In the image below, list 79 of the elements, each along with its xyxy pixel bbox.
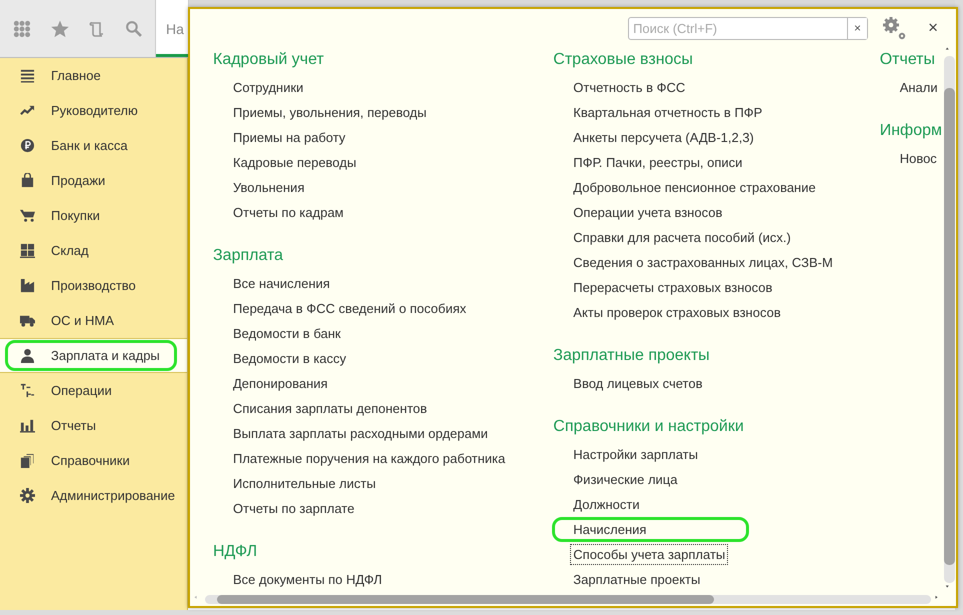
menu-link[interactable]: Кадровые переводы [230,152,360,173]
menu-link[interactable]: Все документы по НДФЛ [230,569,386,590]
section-heading: Информ [880,121,942,141]
person-icon [20,348,35,363]
menu-link[interactable]: Физические лица [570,469,680,490]
sidebar-item[interactable]: Покупки [0,198,187,233]
star-icon[interactable] [51,20,69,38]
scroll-icon[interactable] [89,20,105,38]
sidebar-item[interactable]: Операции [0,373,187,408]
clear-button[interactable]: × [847,18,868,38]
close-button[interactable]: × [926,18,940,38]
menu-link[interactable]: Перерасчеты страховых взносов [570,277,776,298]
menu-link[interactable]: Отчеты по кадрам [230,202,347,223]
menu-link[interactable]: Отчетность в ФСС [570,77,688,98]
sidebar-item[interactable]: Продажи [0,163,187,198]
menu-link[interactable]: Приемы, увольнения, переводы [230,102,430,123]
sidebar-item[interactable]: ОС и НМА [0,303,187,338]
menu-link[interactable]: Операции учета взносов [570,202,726,223]
menu-link[interactable]: ПФР. Пачки, реестры, описи [570,152,746,173]
menu-icon [20,68,35,83]
menu-link[interactable]: Платежные поручения на каждого работника [230,448,508,469]
grid-icon [20,243,35,258]
documents-icon [20,453,35,468]
menu-link[interactable]: Ведомости в банк [230,323,344,344]
menu-link[interactable]: Сведения о застрахованных лицах, СЗВ-М [570,252,836,273]
sidebar-item[interactable]: Главное [0,58,187,93]
menu-link[interactable]: Зарплатные проекты [570,569,704,590]
shopping-bag-icon [20,173,35,188]
menu-link[interactable]: Анали [896,77,941,98]
menu-link[interactable]: Ввод лицевых счетов [570,373,706,394]
sidebar-item[interactable]: Склад [0,233,187,268]
menu-link[interactable]: Способы учета зарплаты [570,544,728,565]
menu-link[interactable]: Увольнения [230,177,308,198]
ruble-coin-icon [20,138,35,153]
section-heading: НДФЛ [213,542,258,562]
menu-link[interactable]: Начисления [552,517,750,542]
menu-link[interactable]: Передача в ФСС сведений о пособиях [230,298,470,319]
menu-link[interactable]: Новос [896,148,940,169]
menu-link[interactable]: Отчеты по зарплате [230,498,358,519]
menu-link[interactable]: Анкеты персучета (АДВ-1,2,3) [570,127,757,148]
search-icon[interactable] [125,20,142,37]
menu-link[interactable]: Должности [570,494,643,515]
cart-icon [20,208,35,223]
menu-link[interactable]: Квартальная отчетность в ПФР [570,102,766,123]
menu-link[interactable]: Депонирования [230,373,331,394]
home-tab[interactable]: На [155,0,188,57]
menu-link[interactable]: Все начисления [230,273,333,294]
menu-link[interactable]: Списания зарплаты депонентов [230,398,430,419]
sidebar-item[interactable]: Руководителю [0,93,187,128]
section-heading: Зарплатные проекты [553,346,711,366]
menu-link[interactable]: Ведомости в кассу [230,348,350,369]
truck-icon [20,313,35,328]
trend-line-icon [20,103,35,118]
section-heading: Зарплата [213,246,284,266]
search-field[interactable]: Поиск (Ctrl+F) × [628,16,868,40]
sidebar-item[interactable]: Отчеты [0,408,187,443]
section-heading: Справочники и настройки [553,417,745,437]
sidebar-item[interactable]: Банк и касса [0,128,187,163]
section-heading: Кадровый учет [213,50,325,70]
menu-link[interactable]: Настройки зарплаты [570,444,701,465]
sidebar-item[interactable]: Производство [0,268,187,303]
sidebar-item[interactable]: Администрирование [0,478,187,513]
menu-link[interactable]: Акты проверок страховых взносов [570,302,784,323]
menu-link[interactable]: Приемы на работу [230,127,348,148]
menu-link[interactable]: Выплата зарплаты расходными ордерами [230,423,491,444]
menu-link[interactable]: Справки для расчета пособий (исх.) [570,227,794,248]
menu-link[interactable]: Сотрудники [230,77,306,98]
section-heading: Отчеты [880,50,936,70]
gear-icon [20,488,35,503]
factory-icon [20,278,35,293]
menu-link[interactable]: Исполнительные листы [230,473,379,494]
sidebar-item[interactable]: Справочники [0,443,187,478]
apps-icon[interactable] [13,20,31,38]
menu-link[interactable]: Добровольное пенсионное страхование [570,177,819,198]
bar-chart-icon [20,418,35,433]
ledger-icon [20,383,35,398]
sidebar-item[interactable]: Зарплата и кадры [0,338,187,373]
section-heading: Страховые взносы [553,50,694,70]
settings-icon[interactable] [882,16,906,40]
